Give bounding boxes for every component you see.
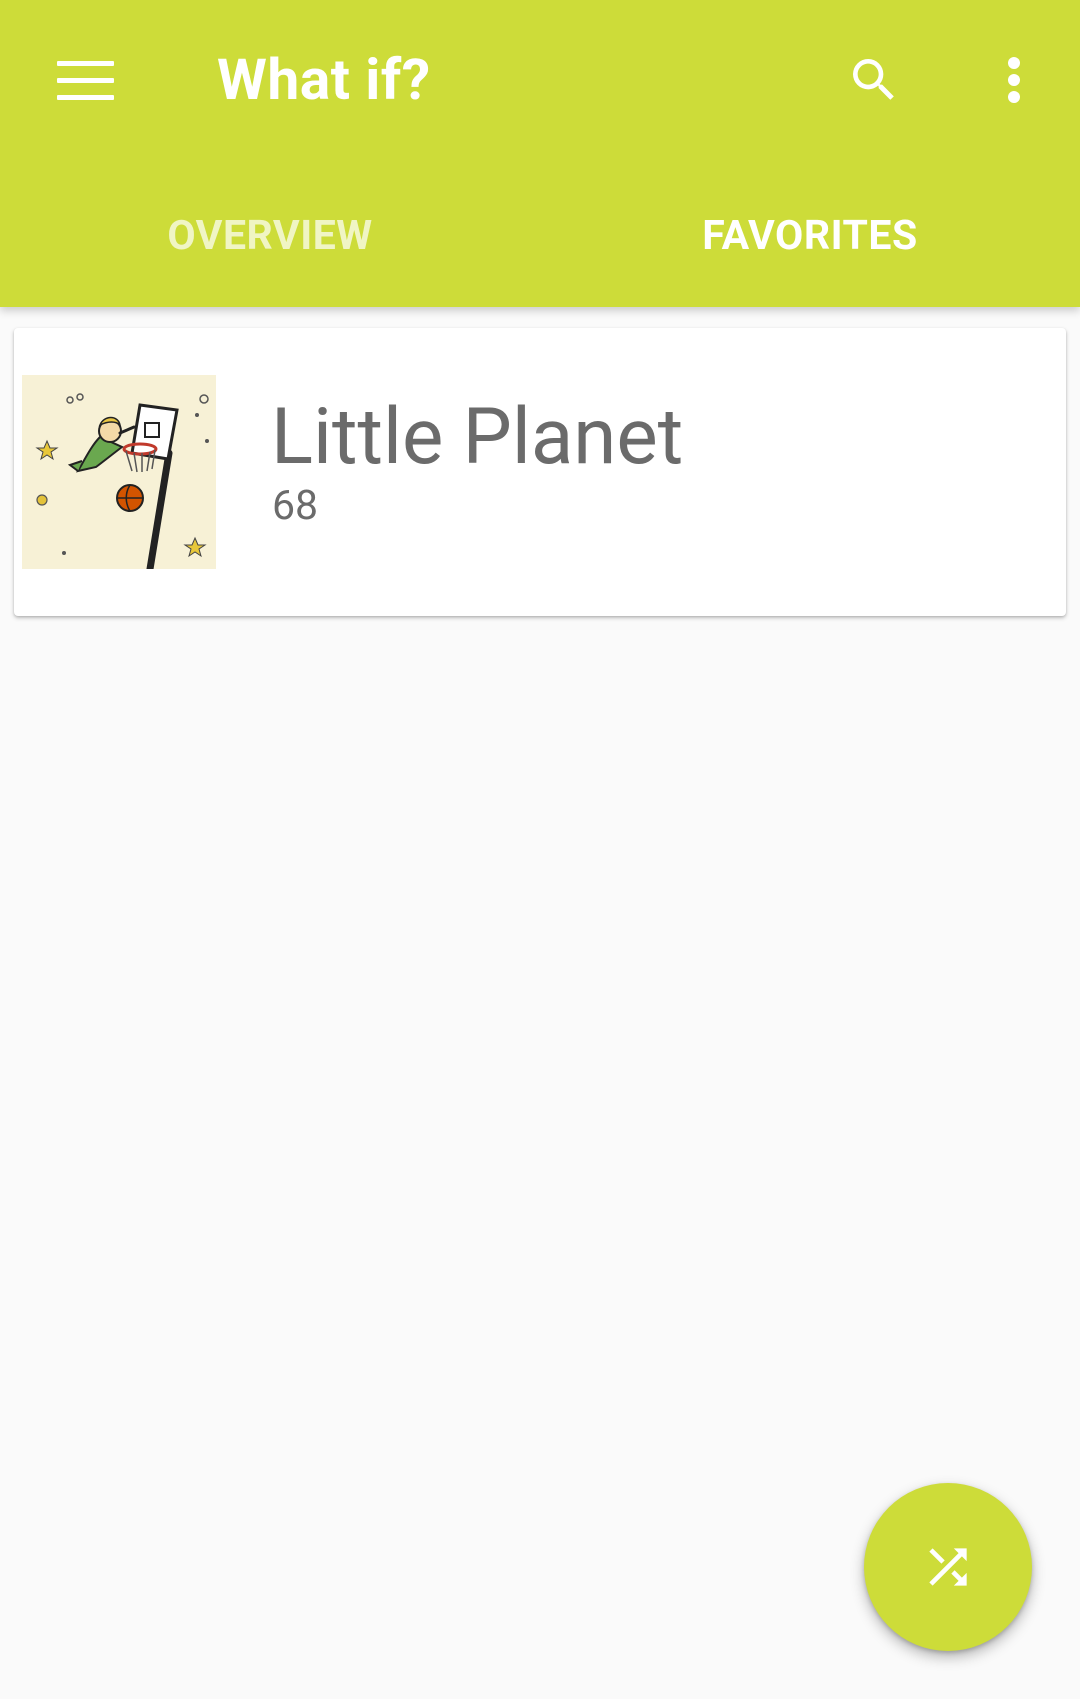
search-icon xyxy=(853,59,894,100)
shuffle-icon xyxy=(929,1548,967,1586)
tab-favorites[interactable]: FAVORITES xyxy=(540,196,1080,276)
more-options-button[interactable] xyxy=(984,40,1044,120)
tab-favorites-label: FAVORITES xyxy=(702,212,918,260)
favorite-card[interactable]: Little Planet 68 xyxy=(14,328,1066,616)
tab-overview-label: OVERVIEW xyxy=(167,212,373,260)
thumbnail-image xyxy=(22,375,216,569)
app-bar: What if? OVERVIEW FAVORITES xyxy=(0,0,1080,307)
search-button[interactable] xyxy=(832,40,916,120)
favorite-number: 68 xyxy=(272,482,319,530)
app-title: What if? xyxy=(217,46,431,113)
more-vert-icon xyxy=(1008,57,1020,103)
hamburger-menu-icon xyxy=(56,61,114,100)
favorite-title: Little Planet xyxy=(271,392,684,483)
tab-overview[interactable]: OVERVIEW xyxy=(0,196,540,276)
menu-button[interactable] xyxy=(40,40,130,120)
shuffle-button[interactable] xyxy=(864,1483,1032,1651)
